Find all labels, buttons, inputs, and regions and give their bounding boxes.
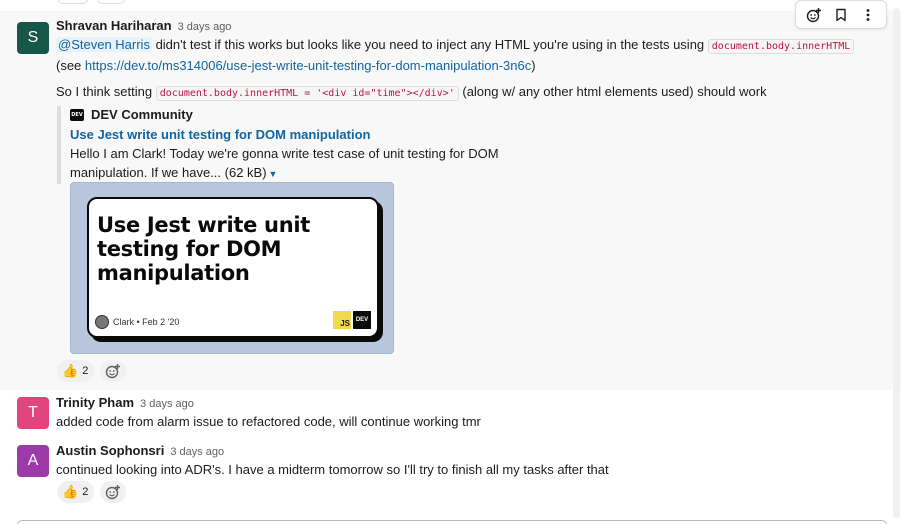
sender-name[interactable]: Trinity Pham	[56, 395, 134, 410]
preview-card-title: Use Jest write unit testing for DOM mani…	[97, 213, 310, 285]
dev-logo-icon: DEV	[353, 311, 371, 329]
scrollbar[interactable]	[893, 8, 900, 518]
attachment-source[interactable]: DEV DEV Community	[70, 106, 577, 124]
bookmark-icon	[836, 8, 846, 21]
more-actions-icon	[866, 8, 870, 21]
add-reaction-button[interactable]	[100, 481, 127, 503]
save-for-later-action[interactable]	[830, 4, 852, 26]
preview-card-author: Clark • Feb 2 '20	[95, 315, 179, 329]
add-reaction-button[interactable]	[100, 360, 127, 382]
add-reaction-icon	[106, 485, 121, 500]
message-text: )	[531, 58, 536, 73]
reaction-count: 2	[82, 486, 89, 498]
message-text: added code from alarm issue to refactore…	[56, 414, 481, 429]
message-text: didn't test if this works but looks like…	[151, 37, 708, 52]
reaction-thumbs-up[interactable]: 👍 2	[57, 481, 95, 503]
message-shravan: S Shravan Hariharan 3 days ago @Steven Ha…	[0, 0, 901, 390]
js-logo-icon: JS	[333, 311, 351, 329]
attachment-preview-image[interactable]: Use Jest write unit testing for DOM mani…	[70, 182, 394, 354]
sender-name[interactable]: Shravan Hariharan	[56, 18, 172, 33]
author-avatar	[95, 315, 109, 329]
avatar[interactable]: A	[17, 445, 49, 477]
add-reaction-icon	[106, 364, 121, 379]
message-line-2: (see https://dev.to/ms314006/use-jest-wr…	[56, 56, 887, 75]
message-composer[interactable]	[17, 520, 887, 524]
link-attachment: DEV DEV Community Use Jest write unit tes…	[57, 106, 577, 184]
avatar[interactable]: S	[17, 22, 49, 54]
message-austin: A Austin Sophonsri 3 days ago continued l…	[0, 437, 901, 517]
reaction-thumbs-up[interactable]: 👍 2	[57, 360, 95, 382]
add-reaction-action[interactable]	[803, 4, 825, 26]
inline-code: document.body.innerHTML	[707, 39, 855, 54]
sender-name[interactable]: Austin Sophonsri	[56, 443, 164, 458]
message-text: So I think setting	[56, 84, 156, 99]
message-actions-toolbar	[795, 0, 887, 29]
reaction-count: 2	[82, 365, 89, 377]
more-actions[interactable]	[857, 4, 879, 26]
article-link[interactable]: https://dev.to/ms314006/use-jest-write-u…	[85, 58, 531, 73]
message-trinity: T Trinity Pham 3 days ago added code from…	[0, 390, 901, 436]
timestamp[interactable]: 3 days ago	[178, 21, 232, 33]
timestamp[interactable]: 3 days ago	[140, 398, 194, 410]
message-text: (see	[56, 58, 85, 73]
inline-code: document.body.innerHTML = '<div id="time…	[155, 86, 459, 101]
preview-card: Use Jest write unit testing for DOM mani…	[87, 197, 379, 338]
attachment-title[interactable]: Use Jest write unit testing for DOM mani…	[70, 126, 577, 144]
collapse-caret-icon[interactable]: ▼	[269, 169, 278, 179]
thumbs-up-icon: 👍	[62, 363, 79, 378]
previous-reaction-pill[interactable]	[58, 0, 88, 4]
add-reaction-icon	[806, 7, 821, 22]
message-line-1: @Steven Harris didn't test if this works…	[56, 35, 887, 56]
message-line-3: So I think setting document.body.innerHT…	[56, 82, 887, 103]
avatar[interactable]: T	[17, 397, 49, 429]
previous-add-reaction-pill[interactable]	[97, 0, 125, 4]
message-text: (along w/ any other html elements used) …	[458, 84, 767, 99]
attachment-source-name: DEV Community	[91, 107, 193, 122]
timestamp[interactable]: 3 days ago	[170, 446, 224, 458]
message-text: continued looking into ADR's. I have a m…	[56, 462, 609, 477]
user-mention[interactable]: @Steven Harris	[56, 37, 152, 52]
thumbs-up-icon: 👍	[62, 484, 79, 499]
dev-community-icon: DEV	[70, 109, 84, 121]
attachment-description: Hello I am Clark! Today we're gonna writ…	[70, 146, 499, 180]
